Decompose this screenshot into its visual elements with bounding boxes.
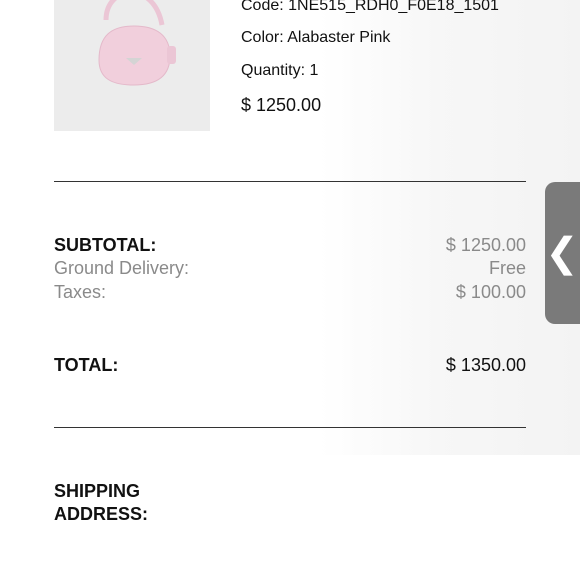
taxes-label: Taxes: <box>54 282 107 302</box>
taxes-value: $ 100.00 <box>455 282 526 302</box>
product-code: Code: 1NE515_RDH0_F0E18_1501 <box>241 0 499 14</box>
chevron-left-icon: ❮ <box>545 231 579 275</box>
subtotal-value: $ 1250.00 <box>445 235 526 255</box>
total-value: $ 1350.00 <box>445 355 526 375</box>
divider <box>54 181 526 182</box>
product-color: Color: Alabaster Pink <box>241 29 391 46</box>
delivery-value: Free <box>488 258 526 278</box>
product-price: $ 1250.00 <box>241 95 322 115</box>
product-image <box>54 0 210 131</box>
total-label: TOTAL: <box>54 355 119 375</box>
divider <box>54 427 526 428</box>
product-quantity: Quantity: 1 <box>241 62 319 79</box>
shipping-address-heading: SHIPPING ADDRESS: <box>54 481 149 524</box>
side-panel-toggle[interactable]: ❮ <box>545 182 580 324</box>
delivery-label: Ground Delivery: <box>54 258 190 278</box>
subtotal-label: SUBTOTAL: <box>54 235 157 255</box>
order-summary-page: Code: 1NE515_RDH0_F0E18_1501 Color: Alab… <box>0 0 580 580</box>
